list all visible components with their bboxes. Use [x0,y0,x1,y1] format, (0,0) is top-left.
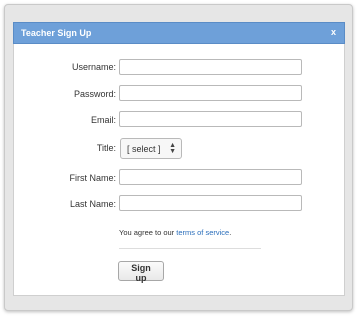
terms-prefix: You agree to our [119,228,177,237]
terms-text: You agree to our terms of service. [119,228,231,237]
close-icon[interactable]: x [331,27,336,37]
title-select-value: [ select ] [127,144,161,154]
password-label: Password: [73,89,116,99]
last-name-label: Last Name: [69,199,116,209]
username-label: Username: [71,62,116,72]
title-select[interactable]: [ select ] ▲ ▼ [120,138,182,159]
dialog-title: Teacher Sign Up [21,28,92,38]
password-field[interactable] [119,85,302,101]
first-name-label: First Name: [69,173,116,183]
first-name-field[interactable] [119,169,302,185]
username-field[interactable] [119,59,302,75]
title-label: Title: [96,143,116,153]
last-name-field[interactable] [119,195,302,211]
email-field[interactable] [119,111,302,127]
terms-suffix: . [229,228,232,237]
signup-button[interactable]: Sign up [118,261,164,283]
terms-of-service-link[interactable]: terms of service [176,228,229,237]
email-label: Email: [90,115,116,125]
divider [119,248,261,249]
dialog-titlebar: Teacher Sign Up x [13,22,345,44]
up-down-arrows-icon: ▲ ▼ [169,142,176,155]
